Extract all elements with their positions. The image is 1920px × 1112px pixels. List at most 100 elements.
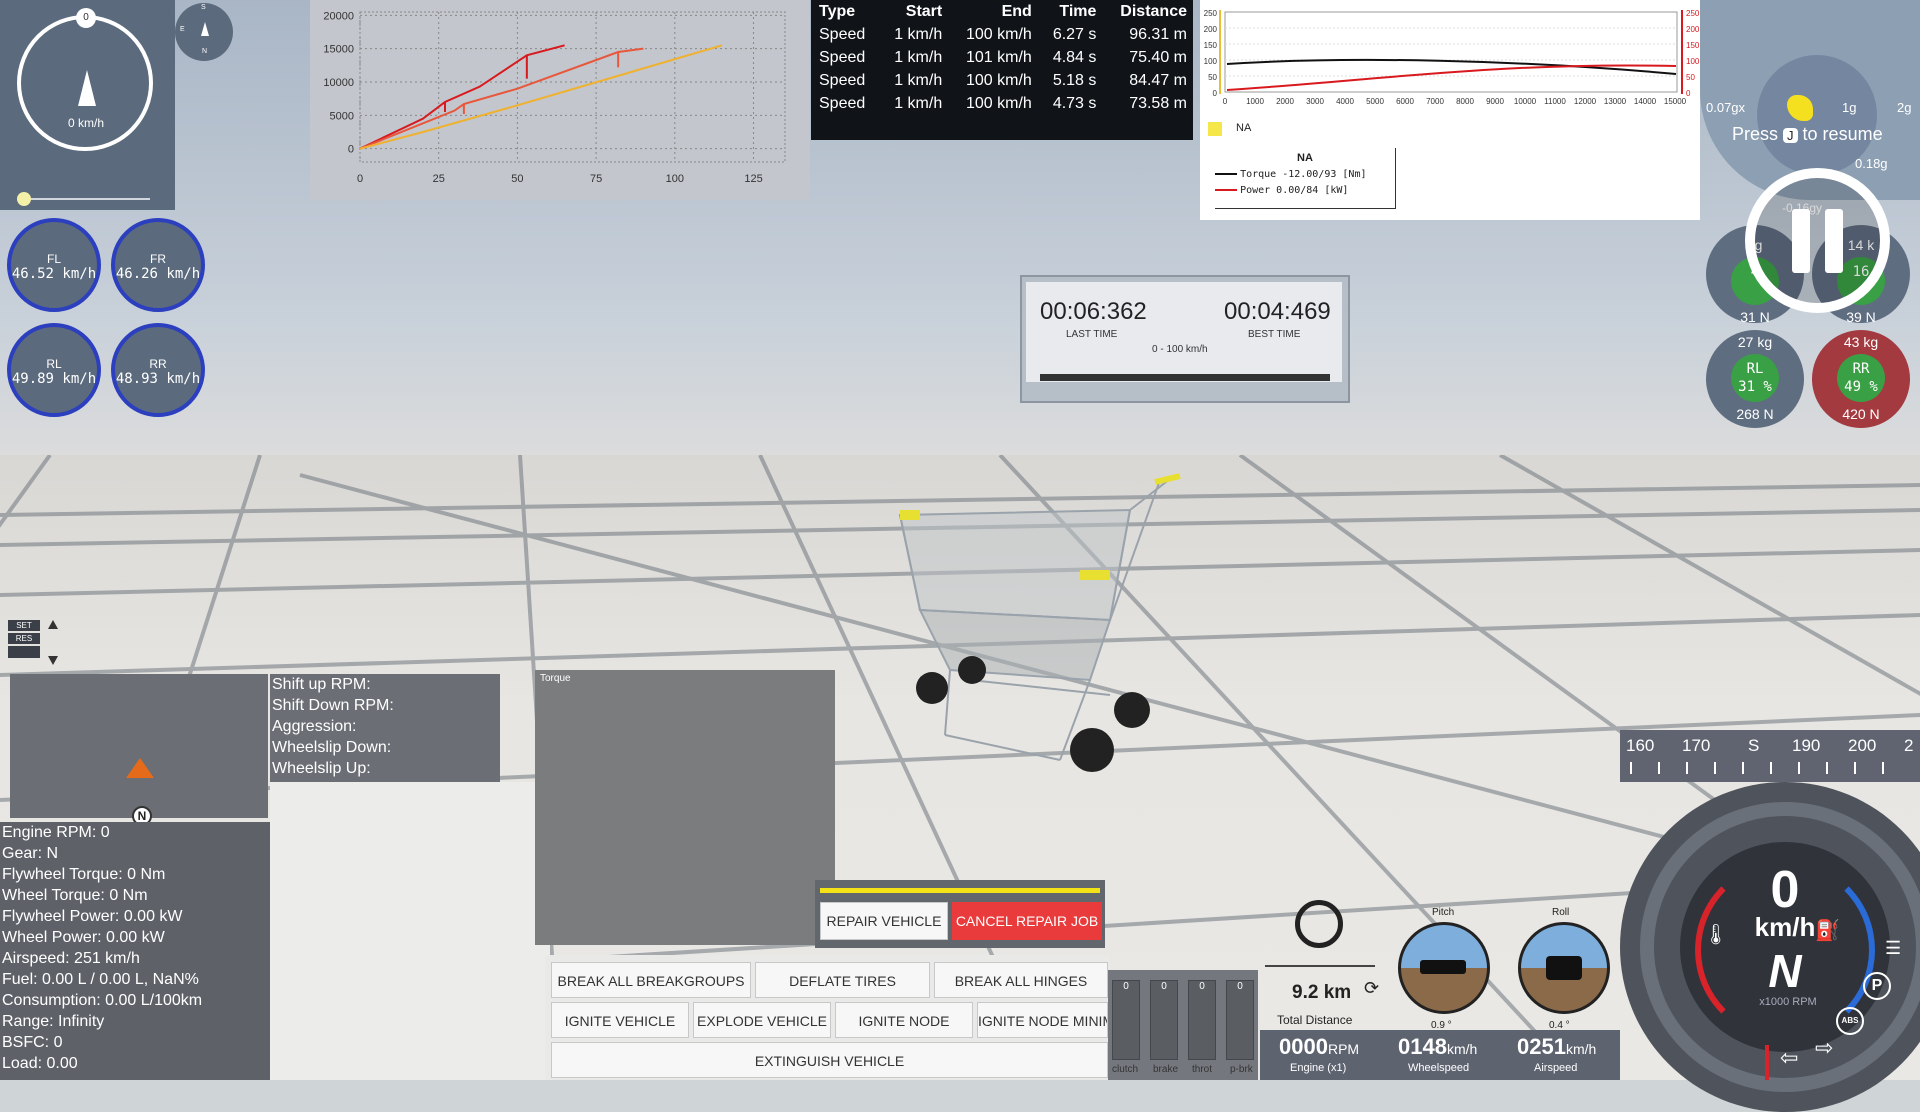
parking-brake-pedal: 0 xyxy=(1226,980,1254,1060)
column-header: End xyxy=(1001,3,1032,20)
torque-graph-label: Torque xyxy=(540,673,571,684)
wheel-power: Wheel Power: 0.00 kW xyxy=(2,929,165,946)
rpm-x-tick: 8000 xyxy=(1456,97,1474,106)
rpm-x-tick: 9000 xyxy=(1486,97,1504,106)
y-tick-label: 15000 xyxy=(323,44,354,56)
explode-vehicle-button[interactable]: EXPLODE VEHICLE xyxy=(693,1002,831,1038)
g-1g-label: 1g xyxy=(1842,100,1857,115)
wheel-speed: 46.26 km/h xyxy=(115,266,201,282)
mini-compass-east: E xyxy=(180,26,185,33)
total-distance-value: 9.2 km xyxy=(1292,982,1352,1003)
compass-slider-track[interactable] xyxy=(20,198,150,200)
steering-bar xyxy=(1265,965,1375,967)
ignite-node-button[interactable]: IGNITE NODE xyxy=(835,1002,973,1038)
na-checkbox[interactable] xyxy=(1208,122,1222,136)
airspeed-readout: 0251km/h xyxy=(1517,1034,1596,1060)
rpm-x-tick: 3000 xyxy=(1306,97,1324,106)
parking-brake-label: p-brk xyxy=(1230,1064,1253,1075)
power-y-tick: 50 xyxy=(1686,73,1695,82)
heading-tick: 170 xyxy=(1682,736,1711,755)
speed-value: 0 xyxy=(1770,861,1800,919)
rpm-x-tick: 1000 xyxy=(1246,97,1264,106)
timer-progress-bar xyxy=(1040,374,1330,381)
wheel-speed: 49.89 km/h xyxy=(11,371,97,387)
break-all-breakgroups-button[interactable]: BREAK ALL BREAKGROUPS xyxy=(551,962,751,998)
break-all-hinges-button[interactable]: BREAK ALL HINGES xyxy=(934,962,1108,998)
mini-compass-south: S xyxy=(201,4,206,11)
steering-wheel-icon xyxy=(1295,900,1343,948)
heading-tick-south: S xyxy=(1748,736,1760,755)
headlight-icon[interactable]: ☰ xyxy=(1885,938,1901,959)
torque-y-tick: 50 xyxy=(1208,73,1217,82)
bsfc: BSFC: 0 xyxy=(2,1034,63,1051)
cell: 1 km/h xyxy=(894,72,943,89)
heading-tick: 2 xyxy=(1904,736,1914,755)
compass-slider-knob[interactable] xyxy=(17,192,31,206)
cancel-repair-job-button[interactable]: CANCEL REPAIR JOB xyxy=(952,902,1102,940)
mini-compass-north: N xyxy=(202,48,208,55)
left-turn-signal-icon[interactable]: ⇦ xyxy=(1780,1045,1798,1071)
engine-rpm-readout: 0000RPM xyxy=(1279,1034,1359,1060)
cell: 101 km/h xyxy=(965,49,1032,66)
shopping-cart-vehicle xyxy=(898,473,1181,772)
plot-area xyxy=(359,11,786,163)
cell: 1 km/h xyxy=(894,49,943,66)
legend-title: NA xyxy=(1297,152,1313,164)
redline-marker xyxy=(1765,1045,1769,1080)
wheel-torque: Wheel Torque: 0 Nm xyxy=(2,887,148,904)
pedal-value: 0 xyxy=(1161,981,1167,992)
clutch-pedal: 0 xyxy=(1112,980,1140,1060)
acceleration-chart: 0 5000 10000 15000 20000 0 25 50 75 100 125 xyxy=(323,10,786,185)
cruise-res-button[interactable]: RES xyxy=(8,633,40,644)
torque-line-swatch xyxy=(1215,173,1237,176)
pedal-value: 0 xyxy=(1237,981,1243,992)
airspeed-unit: km/h xyxy=(1565,1041,1597,1057)
player-arrow-icon xyxy=(126,758,154,778)
cell: Speed xyxy=(819,49,866,66)
x-tick-label: 0 xyxy=(357,173,363,185)
right-turn-signal-icon[interactable]: ⇨ xyxy=(1815,1035,1833,1061)
resume-hint: Press J to resume xyxy=(1732,124,1883,145)
deflate-tires-button[interactable]: DEFLATE TIRES xyxy=(755,962,930,998)
heading-tick: 200 xyxy=(1848,736,1877,755)
torque-y-tick: 100 xyxy=(1204,57,1218,66)
cell: 5.18 s xyxy=(1052,72,1097,89)
cell: 84.47 m xyxy=(1129,72,1187,89)
minimap[interactable] xyxy=(10,674,268,818)
gear: Gear: N xyxy=(2,845,59,862)
legend-power: Power 0.00/84 [kW] xyxy=(1215,184,1395,196)
wheelslip-up: Wheelslip Up: xyxy=(272,760,371,777)
reset-distance-icon[interactable]: ⟳ xyxy=(1364,978,1379,999)
parking-brake-icon[interactable]: P xyxy=(1863,972,1891,1000)
extinguish-vehicle-button[interactable]: EXTINGUISH VEHICLE xyxy=(551,1042,1108,1078)
g-2g-label: 2g xyxy=(1897,100,1912,115)
series-line-0 xyxy=(359,44,565,150)
cell: Speed xyxy=(819,26,866,43)
best-time: 00:04:469 xyxy=(1224,298,1331,325)
airspeed-value: 0251 xyxy=(1517,1034,1566,1059)
ignite-vehicle-button[interactable]: IGNITE VEHICLE xyxy=(551,1002,689,1038)
abs-icon[interactable]: ABS xyxy=(1836,1007,1864,1035)
ignite-node-minimum-button[interactable]: IGNITE NODE MINIM xyxy=(977,1002,1108,1038)
compass-north-marker: 0 xyxy=(76,8,96,28)
throttle-label: throt xyxy=(1192,1064,1213,1075)
pitch-label: Pitch xyxy=(1432,907,1455,918)
pause-icon[interactable] xyxy=(1745,168,1890,313)
cruise-up-icon[interactable] xyxy=(48,620,58,629)
torque-y-tick: 250 xyxy=(1204,9,1218,18)
repair-vehicle-button[interactable]: REPAIR VEHICLE xyxy=(820,902,948,940)
engine-info-panel: Engine RPM: 0 Gear: N Flywheel Torque: 0… xyxy=(0,822,270,1080)
column-header: Distance xyxy=(1120,3,1187,20)
airspeed: Airspeed: 251 km/h xyxy=(2,950,140,967)
wheel-load-pct: 31 % xyxy=(1738,379,1772,395)
cruise-toggle-button[interactable] xyxy=(8,646,40,658)
rpm-x-tick: 6000 xyxy=(1396,97,1414,106)
cruise-set-button[interactable]: SET xyxy=(8,620,40,631)
power-readout: Power 0.00/84 [kW] xyxy=(1240,185,1349,196)
rpm-x-tick: 11000 xyxy=(1544,97,1566,106)
cruise-down-icon[interactable] xyxy=(48,656,58,665)
wheelspeed-label: Wheelspeed xyxy=(1408,1062,1470,1074)
rpm-x-tick: 14000 xyxy=(1634,97,1657,106)
pedal-value: 0 xyxy=(1199,981,1205,992)
rpm-x-tick: 7000 xyxy=(1426,97,1444,106)
